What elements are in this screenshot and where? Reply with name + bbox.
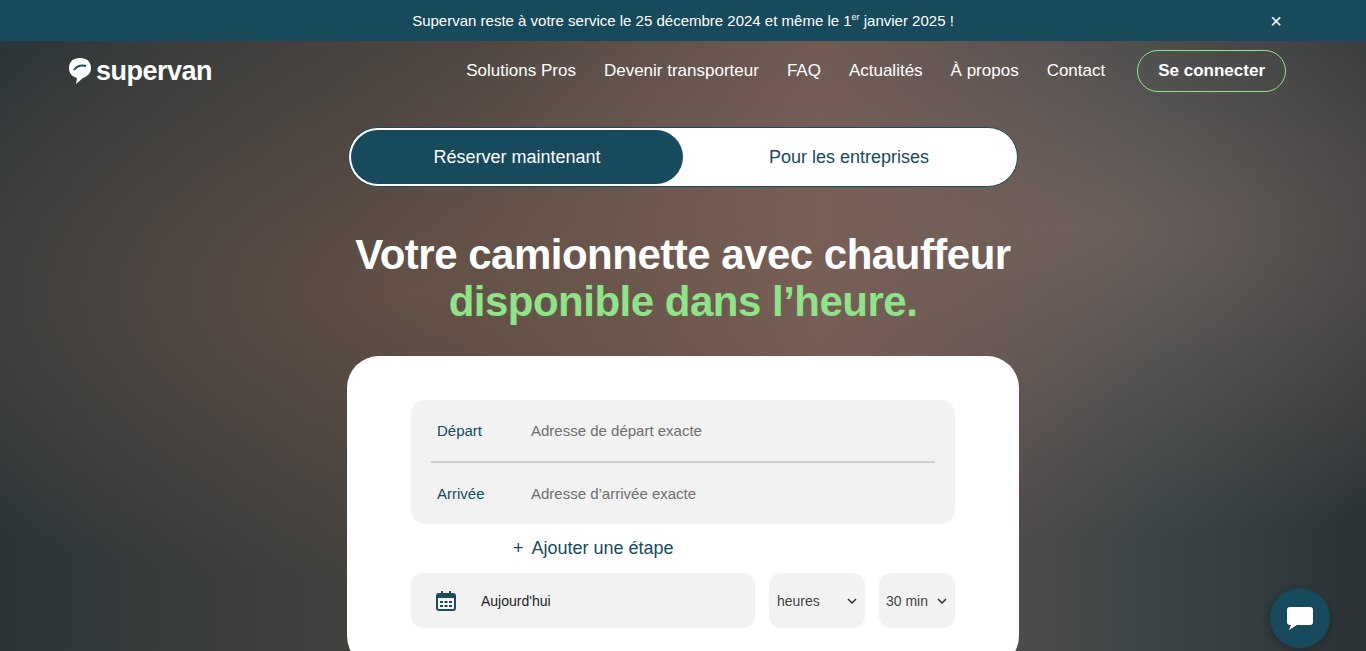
address-label: Arrivée <box>431 485 531 502</box>
minutes-value: 30 min <box>886 593 928 609</box>
add-stop-button[interactable]: + Ajouter une étape <box>513 538 674 559</box>
hours-value: heures <box>777 593 820 609</box>
login-button[interactable]: Se connecter <box>1137 50 1286 92</box>
time-row: Aujourd'hui heures 30 min <box>411 573 955 628</box>
date-value: Aujourd'hui <box>481 593 551 609</box>
minutes-select[interactable]: 30 min <box>879 573 955 628</box>
heading-line: Votre camionnette avec chauffeur <box>355 231 1010 278</box>
nav-link[interactable]: Contact <box>1047 61 1106 81</box>
add-stop-label: Ajouter une étape <box>532 538 674 559</box>
chat-button[interactable] <box>1270 588 1330 648</box>
logo-icon <box>68 57 92 85</box>
hero-heading: Votre camionnette avec chauffeur disponi… <box>355 231 1010 325</box>
nav-link[interactable]: À propos <box>951 61 1019 81</box>
address-label: Départ <box>431 422 531 439</box>
nav-link[interactable]: Solutions Pros <box>466 61 576 81</box>
booking-toggle: Réserver maintenantPour les entreprises <box>348 127 1018 187</box>
banner-close-button[interactable]: × <box>1266 10 1286 33</box>
announcement-banner: Supervan reste à votre service le 25 déc… <box>0 0 1366 41</box>
nav-menu: Solutions Pros Devenir transporteur FAQ Act… <box>466 50 1286 92</box>
chat-icon <box>1285 604 1315 632</box>
hours-select[interactable]: heures <box>769 573 865 628</box>
hero: supervan Solutions Pros Devenir transport… <box>0 41 1366 651</box>
logo[interactable]: supervan <box>68 56 212 87</box>
logo-text: supervan <box>96 56 212 87</box>
chevron-down-icon <box>937 598 947 604</box>
address-divider <box>431 461 935 463</box>
address-input[interactable]: Adresse d’arrivée exacte <box>531 485 696 502</box>
address-group: Départ Adresse de départ exacte Arrivée … <box>411 400 955 524</box>
address-field[interactable]: Départ Adresse de départ exacte <box>431 400 935 461</box>
page: Supervan reste à votre service le 25 déc… <box>0 0 1366 651</box>
heading-highlight: disponible dans l’heure. <box>355 278 1010 325</box>
chevron-down-icon <box>847 598 857 604</box>
toggle-tab[interactable]: Pour les entreprises <box>683 130 1015 184</box>
nav-link[interactable]: Devenir transporteur <box>604 61 759 81</box>
address-input[interactable]: Adresse de départ exacte <box>531 422 702 439</box>
nav-link[interactable]: Actualités <box>849 61 923 81</box>
calendar-icon <box>435 590 457 612</box>
nav-link[interactable]: FAQ <box>787 61 821 81</box>
date-field[interactable]: Aujourd'hui <box>411 573 755 628</box>
address-field[interactable]: Arrivée Adresse d’arrivée exacte <box>431 463 935 524</box>
booking-card: Départ Adresse de départ exacte Arrivée … <box>347 356 1019 651</box>
toggle-tab[interactable]: Réserver maintenant <box>351 130 683 184</box>
plus-icon: + <box>513 538 524 559</box>
navbar: supervan Solutions Pros Devenir transport… <box>0 41 1366 101</box>
banner-text: Supervan reste à votre service le 25 déc… <box>412 12 954 29</box>
